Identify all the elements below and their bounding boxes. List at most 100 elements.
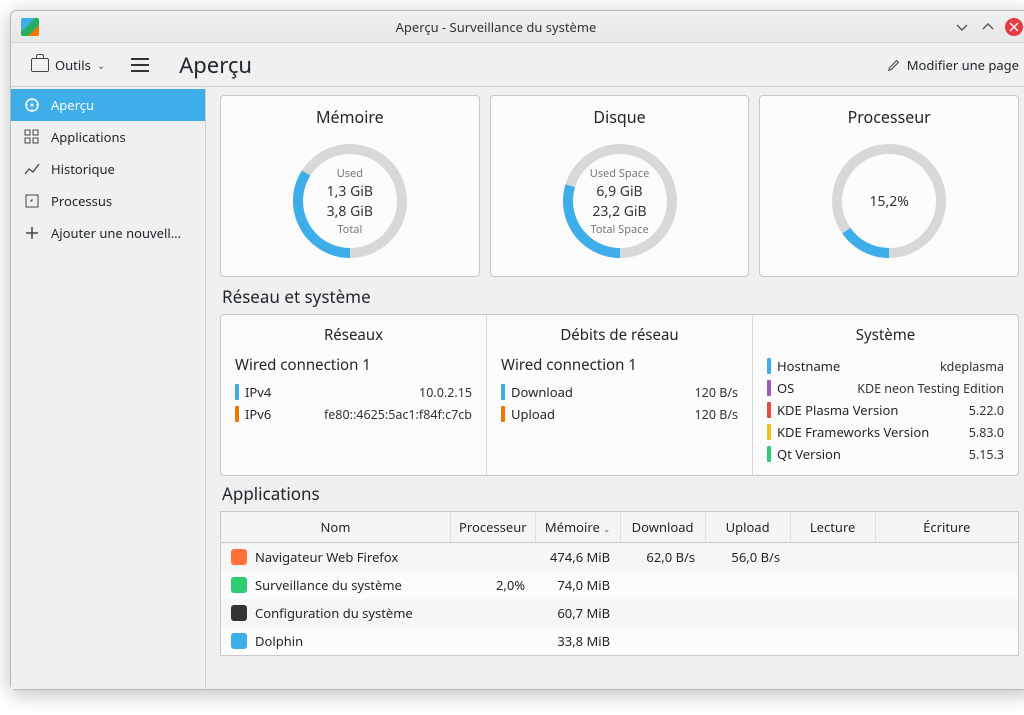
sidebar-item-applications[interactable]: Applications	[11, 121, 205, 153]
history-icon	[23, 160, 41, 178]
maximize-button[interactable]	[979, 18, 997, 36]
sidebar-item-history[interactable]: Historique	[11, 153, 205, 185]
app-name: Surveillance du système	[255, 576, 402, 594]
col-read[interactable]: Lecture	[790, 512, 875, 543]
minimize-button[interactable]	[953, 18, 971, 36]
table-row[interactable]: Navigateur Web Firefox 474,6 MiB62,0 B/s5…	[221, 543, 1019, 572]
total-label: Total Space	[590, 222, 648, 237]
info-row: IPv410.0.2.15	[235, 381, 472, 403]
connection-name: Wired connection 1	[235, 355, 472, 375]
content-area: Mémoire Used 1,3 GiB 3,8 GiB Total Disqu…	[206, 87, 1024, 689]
page-title: Aperçu	[179, 50, 252, 80]
color-bar	[767, 402, 771, 418]
sidebar-label: Aperçu	[51, 96, 94, 114]
color-bar	[501, 384, 505, 400]
info-key: Upload	[511, 405, 555, 423]
info-value: 120 B/s	[555, 406, 738, 423]
cpu-cell: 2,0%	[451, 571, 536, 599]
applications-table: Nom Processeur Mémoire⌄ Download Upload …	[220, 511, 1019, 656]
disk-donut: Used Space 6,9 GiB 23,2 GiB Total Space	[555, 136, 685, 266]
col-ul[interactable]: Upload	[705, 512, 790, 543]
color-bar	[235, 406, 239, 422]
info-value: 5.83.0	[929, 424, 1004, 441]
ul-cell: 56,0 B/s	[705, 543, 790, 572]
memory-donut: Used 1,3 GiB 3,8 GiB Total	[285, 136, 415, 266]
color-bar	[767, 358, 771, 374]
info-key: OS	[777, 379, 794, 397]
color-bar	[767, 380, 771, 396]
read-cell	[790, 571, 875, 599]
briefcase-icon	[31, 58, 49, 72]
netsys-panel: Réseaux Wired connection 1 IPv410.0.2.15…	[220, 314, 1019, 476]
chevron-down-icon: ⌄	[603, 522, 611, 535]
info-value: 5.15.3	[841, 446, 1004, 463]
edit-label: Modifier une page	[907, 56, 1019, 74]
ul-cell	[705, 627, 790, 656]
connection-name: Wired connection 1	[501, 355, 738, 375]
sidebar-item-overview[interactable]: Aperçu	[11, 89, 205, 121]
hamburger-button[interactable]	[131, 58, 149, 72]
toolbar: Outils ⌄ Aperçu Modifier une page	[11, 43, 1024, 87]
table-row[interactable]: Dolphin33,8 MiB	[221, 627, 1019, 656]
info-key: IPv4	[245, 383, 271, 401]
app-name: Configuration du système	[255, 604, 413, 622]
edit-page-button[interactable]: Modifier une page	[887, 56, 1019, 74]
read-cell	[790, 543, 875, 572]
info-row: KDE Frameworks Version5.83.0	[767, 421, 1004, 443]
dl-cell	[620, 599, 705, 627]
info-row: Upload120 B/s	[501, 403, 738, 425]
mem-cell: 60,7 MiB	[535, 599, 620, 627]
info-row: KDE Plasma Version5.22.0	[767, 399, 1004, 421]
app-name-cell: Dolphin	[221, 627, 451, 655]
col-write[interactable]: Écriture	[875, 512, 1018, 543]
info-key: IPv6	[245, 405, 271, 423]
sidebar: Aperçu Applications Historique Processus…	[11, 87, 206, 689]
overview-icon	[23, 96, 41, 114]
col-cpu[interactable]: Processeur	[451, 512, 536, 543]
total-value: 23,2 GiB	[592, 202, 646, 221]
dl-cell	[620, 627, 705, 656]
mem-cell: 474,6 MiB	[535, 543, 620, 572]
disk-title: Disque	[593, 106, 645, 128]
summary-cards: Mémoire Used 1,3 GiB 3,8 GiB Total Disqu…	[220, 95, 1019, 277]
networks-title: Réseaux	[235, 325, 472, 345]
info-value: 10.0.2.15	[271, 384, 472, 401]
rates-column: Débits de réseau Wired connection 1 Down…	[486, 315, 752, 475]
sidebar-item-add[interactable]: Ajouter une nouvell...	[11, 217, 205, 249]
info-key: Qt Version	[777, 445, 841, 463]
app-name-cell: Navigateur Web Firefox	[221, 543, 451, 571]
info-key: Download	[511, 383, 573, 401]
used-value: 6,9 GiB	[596, 182, 642, 201]
info-value: KDE neon Testing Edition	[794, 380, 1004, 397]
info-key: Hostname	[777, 357, 840, 375]
dl-cell: 62,0 B/s	[620, 543, 705, 572]
write-cell	[875, 599, 1018, 627]
ul-cell	[705, 571, 790, 599]
pencil-icon	[887, 58, 901, 72]
col-name[interactable]: Nom	[221, 512, 451, 543]
app-name: Dolphin	[255, 632, 303, 650]
table-row[interactable]: Configuration du système 60,7 MiB	[221, 599, 1019, 627]
window-controls	[953, 18, 1023, 36]
memory-card: Mémoire Used 1,3 GiB 3,8 GiB Total	[220, 95, 480, 277]
sidebar-label: Processus	[51, 192, 112, 210]
memory-title: Mémoire	[316, 106, 384, 128]
col-dl[interactable]: Download	[620, 512, 705, 543]
tools-menu[interactable]: Outils ⌄	[25, 52, 111, 78]
sidebar-item-processes[interactable]: Processus	[11, 185, 205, 217]
read-cell	[790, 599, 875, 627]
total-label: Total	[337, 222, 362, 237]
info-row: Qt Version5.15.3	[767, 443, 1004, 465]
cpu-cell	[451, 599, 536, 627]
apps-title: Applications	[222, 482, 1019, 505]
app-icon	[231, 549, 247, 565]
table-row[interactable]: Surveillance du système 2,0%74,0 MiB	[221, 571, 1019, 599]
cpu-title: Processeur	[848, 106, 931, 128]
col-mem[interactable]: Mémoire⌄	[535, 512, 620, 543]
apps-icon	[23, 128, 41, 146]
app-window: Aperçu - Surveillance du système Outils …	[10, 10, 1024, 690]
tools-label: Outils	[55, 56, 91, 74]
mem-cell: 74,0 MiB	[535, 571, 620, 599]
system-column: Système HostnamekdeplasmaOSKDE neon Test…	[752, 315, 1018, 475]
close-button[interactable]	[1005, 18, 1023, 36]
